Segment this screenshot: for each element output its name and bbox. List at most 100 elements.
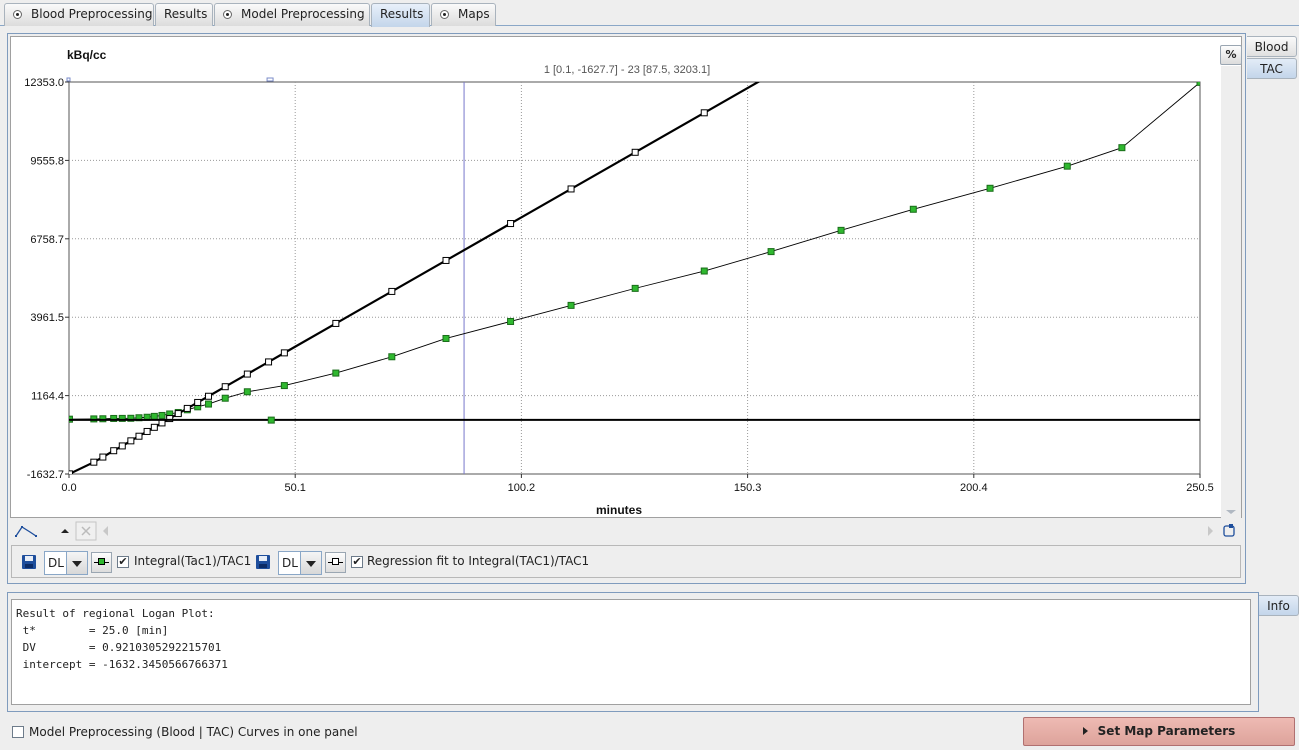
y-tick-label: 3961.5 (30, 312, 64, 324)
curve-style-icon[interactable] (15, 526, 37, 537)
set-map-parameters-label: Set Map Parameters (1097, 724, 1236, 738)
marker-style-button[interactable] (91, 552, 112, 573)
integral-data-point (1063, 162, 1071, 170)
side-tab-blood[interactable]: Blood (1247, 36, 1297, 57)
series-line (69, 82, 1200, 420)
integral-data-point (700, 267, 708, 275)
series-visible-checkbox[interactable]: ✔ (351, 556, 363, 568)
regression-data-point (768, 72, 774, 78)
format-select[interactable]: DL (44, 551, 88, 575)
regression-data-point (150, 423, 158, 431)
integral-data-point (442, 334, 450, 342)
regression-data-point (838, 37, 844, 38)
plot-area[interactable]: kBq/cc 1 [0.1, -1627.7] - 23 [87.5, 3203… (10, 36, 1242, 518)
top-tab-bar: Blood Preprocessing Results Model Prepro… (0, 0, 1299, 27)
series-label: Regression fit to Integral(TAC1)/TAC1 (367, 554, 590, 568)
x-tick-label: 0.0 (61, 482, 76, 494)
curves-one-panel-checkbox[interactable] (12, 726, 24, 738)
info-line: intercept = -1632.3450566766371 (16, 658, 228, 671)
save-icon[interactable] (22, 555, 36, 569)
integral-data-point (1196, 82, 1200, 86)
integral-data-point (280, 382, 288, 390)
tab-results-model[interactable]: Results (371, 3, 430, 27)
regression-data-point (280, 349, 288, 357)
reset-zoom-icon[interactable] (1223, 524, 1235, 537)
info-line: DV = 0.9210305292215701 (16, 641, 222, 654)
regression-data-point (205, 392, 213, 400)
tick-labels: -1632.7 1164.4 3961.5 6758.7 9555.8 12353.0 0.… (24, 77, 1214, 494)
integral-data-point (205, 400, 213, 408)
integral-data-point (631, 284, 639, 292)
integral-data-point (243, 388, 251, 396)
regression-data-point (265, 358, 273, 366)
range-handle (266, 77, 274, 82)
tab-model-preprocessing[interactable]: Model Preprocessing (214, 3, 370, 26)
regression-data-point (631, 148, 639, 156)
format-select[interactable]: DL (278, 551, 322, 575)
regression-data-point (135, 432, 143, 440)
chevron-down-icon[interactable] (300, 552, 321, 574)
info-line: Result of regional Logan Plot: (16, 607, 215, 620)
regression-data-point (700, 109, 708, 117)
tab-results-blood[interactable]: Results (155, 3, 213, 26)
x-tick-label: 100.2 (508, 482, 536, 494)
tab-maps[interactable]: Maps (431, 3, 496, 26)
series-visible-checkbox[interactable]: ✔ (117, 556, 129, 568)
side-tab-tac[interactable]: TAC (1247, 58, 1297, 79)
y-tick-label: 9555.8 (30, 155, 64, 167)
regression-data-point (567, 185, 575, 193)
integral-data-point (837, 226, 845, 234)
regression-data-point (143, 427, 151, 435)
collapse-up-icon[interactable] (61, 529, 69, 533)
grid (65, 77, 1201, 478)
radio-icon (13, 10, 22, 19)
regression-data-point (110, 447, 118, 455)
integral-data-point (267, 416, 275, 424)
result-text-area[interactable]: Result of regional Logan Plot: t* = 25.0… (11, 599, 1251, 705)
integral-data-point (767, 248, 775, 256)
percent-button[interactable]: % (1220, 45, 1242, 65)
plot-frame (68, 81, 1201, 475)
regression-data-point (127, 437, 135, 445)
radio-icon (223, 10, 232, 19)
regression-data-point (221, 383, 229, 391)
regression-data-point (183, 404, 191, 412)
side-tab-info[interactable]: Info (1259, 595, 1299, 616)
chevron-down-icon[interactable] (66, 552, 87, 574)
range-handle (66, 77, 71, 82)
open-square-marker-icon (332, 558, 339, 565)
y-tick-label: 1164.4 (31, 391, 64, 403)
integral-data-point (909, 205, 917, 213)
series-line (69, 82, 761, 474)
set-map-parameters-button[interactable]: Set Map Parameters (1023, 717, 1295, 746)
tab-label: Results (380, 7, 424, 21)
y-tick-label: 12353.0 (24, 77, 64, 89)
series-label: Integral(Tac1)/TAC1 (134, 554, 252, 568)
play-icon (1082, 727, 1088, 735)
cursor-readout: 1 [0.1, -1627.7] - 23 [87.5, 3203.1] (544, 64, 710, 76)
regression-data-point (442, 256, 450, 264)
marker-style-button[interactable] (325, 552, 346, 573)
save-icon[interactable] (256, 555, 270, 569)
vertical-scrollbar[interactable] (1221, 66, 1241, 518)
series-layer (69, 37, 1200, 474)
x-tick-label: 250.5 (1186, 482, 1214, 494)
x-tick-label: 200.4 (960, 482, 988, 494)
logan-plot-chart[interactable]: kBq/cc 1 [0.1, -1627.7] - 23 [87.5, 3203… (11, 37, 1241, 517)
scroll-left-arrow-icon[interactable] (103, 526, 108, 536)
x-tick-label: 50.1 (284, 482, 305, 494)
integral-data-point (150, 412, 158, 420)
close-icon[interactable] (75, 521, 97, 541)
tab-label: Blood Preprocessing (31, 7, 153, 21)
tab-label: Maps (458, 7, 490, 21)
y-axis-label: kBq/cc (67, 48, 107, 62)
regression-data-point (388, 287, 396, 295)
legend-row: DL ✔ Integral(Tac1)/TAC1 DL ✔ Regression… (11, 545, 1241, 578)
scroll-down-arrow-icon[interactable] (1226, 510, 1236, 514)
integral-data-point (507, 317, 515, 325)
info-line: t* = 25.0 [min] (16, 624, 169, 637)
tab-blood-preprocessing[interactable]: Blood Preprocessing (4, 3, 154, 26)
regression-data-point (90, 458, 98, 466)
scroll-right-arrow-icon[interactable] (1208, 526, 1213, 536)
regression-data-point (243, 370, 251, 378)
